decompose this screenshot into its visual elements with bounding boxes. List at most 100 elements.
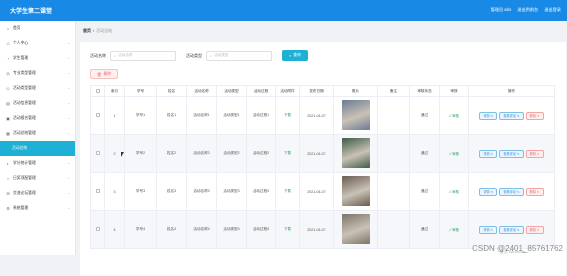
view-comments-label: 查看评论 xyxy=(503,152,517,156)
activity-photo[interactable] xyxy=(341,100,370,130)
view-comments-button[interactable]: 查看评论 ✎ xyxy=(499,149,524,158)
table-row: 2 学号2 姓名2 活动名称2 活动类型2 活动过程2 下载 2021-04-07 通过 ✓ 审核… xyxy=(90,134,555,173)
row-checkbox-cell[interactable] xyxy=(90,210,105,249)
column-header: 学号 xyxy=(124,85,157,97)
delete-button[interactable]: 删除 ✕ xyxy=(525,225,544,234)
sidebar-item-activity-info[interactable]: ▤ 活动信息管理 ⌄ xyxy=(0,96,75,111)
detail-button[interactable]: 详情 ✎ xyxy=(479,187,498,196)
cell-note xyxy=(377,172,410,211)
logout-link[interactable]: 退出登录 xyxy=(544,7,561,13)
chevron-down-icon: ⌄ xyxy=(67,86,70,90)
detail-button[interactable]: 详情 ✎ xyxy=(479,149,498,158)
view-comments-button[interactable]: 查看评论 ✎ xyxy=(499,225,524,234)
sidebar-item-students[interactable]: ◔ 学生管理 ⌄ xyxy=(0,51,75,66)
cell-attachment: 下载 xyxy=(275,134,300,173)
detail-button[interactable]: 详情 ✎ xyxy=(479,111,498,120)
check-icon: ✓ xyxy=(448,152,452,156)
activity-type-placeholder: 活动类型 xyxy=(214,53,229,57)
header-checkbox-cell[interactable] xyxy=(90,85,105,97)
audit-link[interactable]: ✓ 审核 xyxy=(449,190,459,194)
column-header: 索引 xyxy=(104,85,125,97)
sidebar-item-activity-type[interactable]: ◇ 活动类型管理 ⌄ xyxy=(0,81,75,96)
goto-frontend-link[interactable]: 退出到前台 xyxy=(517,7,538,13)
query-button-label: 查询 xyxy=(293,53,301,57)
download-link[interactable]: 下载 xyxy=(284,227,291,231)
edit-icon: ✎ xyxy=(490,189,494,194)
cell-audit: ✓ 审核 xyxy=(439,96,469,135)
row-checkbox-cell[interactable] xyxy=(90,172,105,211)
row-checkbox-cell[interactable] xyxy=(90,134,105,173)
activity-photo[interactable] xyxy=(341,214,370,244)
cell-name: 姓名1 xyxy=(156,96,187,135)
delete-button[interactable]: 删除 ✕ xyxy=(525,111,544,120)
cell-activity-name: 活动名称2 xyxy=(186,134,217,173)
cell-note xyxy=(377,96,410,135)
cell-photo xyxy=(333,134,378,173)
breadcrumb-home[interactable]: 首页 xyxy=(83,28,91,34)
view-comments-button[interactable]: 查看评论 ✎ xyxy=(499,187,524,196)
cell-audit: ✓ 审核 xyxy=(439,134,469,173)
sidebar-item-forum[interactable]: ✉ 交流论坛管理 ⌄ xyxy=(0,186,75,201)
query-button[interactable]: ⌕ 查询 xyxy=(282,50,308,61)
activity-name-label: 活动名称 xyxy=(90,52,106,58)
score-icon: ◐ xyxy=(6,160,10,166)
audit-link[interactable]: ✓ 审核 xyxy=(449,114,459,118)
row-checkbox[interactable] xyxy=(95,227,100,231)
select-all-checkbox[interactable] xyxy=(95,88,100,93)
detail-button-label: 详情 xyxy=(483,114,490,118)
sidebar-item-label: 活动类型管理 xyxy=(13,86,36,90)
delete-button[interactable]: 删除 ✕ xyxy=(525,187,544,196)
activity-photo[interactable] xyxy=(341,176,370,206)
sidebar-item-system[interactable]: ⚙ 系统管理 ⌄ xyxy=(0,201,75,216)
row-checkbox[interactable] xyxy=(95,113,100,117)
csdn-watermark: CSDN @2401_85761762 xyxy=(472,244,563,253)
cell-date: 2021-04-07 xyxy=(299,210,334,249)
sidebar-item-profile[interactable]: ☺ 个人中心 ⌄ xyxy=(0,36,75,51)
sidebar-item-signup[interactable]: ▣ 活动报名管理 ⌄ xyxy=(0,111,75,126)
sidebar: ⌂ 首页 ☺ 个人中心 ⌄ ◔ 学生管理 ⌄ ◎ 专业类型管理 ⌄ ◇ 活动类型管理 ⌄ ▤ 活动信… xyxy=(0,21,76,255)
trash-icon: ✕ xyxy=(536,227,540,232)
home-icon: ⌂ xyxy=(6,25,10,31)
sidebar-item-major[interactable]: ◎ 专业类型管理 ⌄ xyxy=(0,66,75,81)
delete-button[interactable]: 删除 ✕ xyxy=(525,149,544,158)
download-link[interactable]: 下载 xyxy=(284,113,291,117)
edit-icon: ✎ xyxy=(516,189,520,194)
check-icon: ✓ xyxy=(448,114,452,118)
admin-user-link[interactable]: 管理员 abo xyxy=(491,7,512,13)
audit-link[interactable]: ✓ 审核 xyxy=(449,152,459,156)
cell-activity-type: 活动类型1 xyxy=(216,96,247,135)
cell-activity-name: 活动名称4 xyxy=(186,210,217,249)
activity-name-input[interactable]: ⌕ 活动名称 xyxy=(110,50,176,61)
activity-info-icon: ▤ xyxy=(6,100,10,106)
cell-photo xyxy=(333,172,378,211)
sidebar-item-label: 活动报名管理 xyxy=(13,116,36,120)
sidebar-item-home[interactable]: ⌂ 首页 xyxy=(0,21,75,36)
view-comments-button[interactable]: 查看评论 ✎ xyxy=(499,111,524,120)
audit-label: 审核 xyxy=(452,114,460,118)
audit-link[interactable]: ✓ 审核 xyxy=(449,228,459,232)
sidebar-subitem-summary-active[interactable]: 活动总结 xyxy=(0,141,75,156)
sidebar-item-summary[interactable]: ▦ 活动总结管理 ⌄ xyxy=(0,126,75,141)
cell-operations: 详情 ✎ 查看评论 ✎ 删除 ✕ xyxy=(468,96,555,135)
batch-delete-button[interactable]: 🗑 删除 xyxy=(90,69,118,79)
download-link[interactable]: 下载 xyxy=(284,151,291,155)
sidebar-item-credits[interactable]: ◐ 学分统计管理 ⌄ xyxy=(0,156,75,171)
detail-button[interactable]: 详情 ✎ xyxy=(479,225,498,234)
cell-attachment: 下载 xyxy=(275,210,300,249)
table-row: 1 学号1 姓名1 活动名称1 活动类型1 活动过程1 下载 2021-04-07 通过 ✓ 审核… xyxy=(90,96,555,135)
sidebar-item-awards[interactable]: ☆ 日奖项配管理 ⌄ xyxy=(0,171,75,186)
trash-icon: ✕ xyxy=(536,151,540,156)
chevron-down-icon: ⌄ xyxy=(67,116,70,120)
activity-photo[interactable] xyxy=(341,138,370,168)
cell-name: 姓名3 xyxy=(156,172,187,211)
cell-date: 2021-04-07 xyxy=(299,172,334,211)
activity-type-input[interactable]: ⌕ 活动类型 xyxy=(206,50,272,61)
chevron-down-icon: ⌄ xyxy=(67,161,70,165)
detail-button-label: 详情 xyxy=(483,152,490,156)
row-checkbox-cell[interactable] xyxy=(90,96,105,135)
column-header: 照片 xyxy=(333,85,378,97)
signup-icon: ▣ xyxy=(6,115,10,121)
row-checkbox[interactable] xyxy=(95,189,100,193)
row-checkbox[interactable] xyxy=(95,151,100,155)
download-link[interactable]: 下载 xyxy=(284,189,291,193)
